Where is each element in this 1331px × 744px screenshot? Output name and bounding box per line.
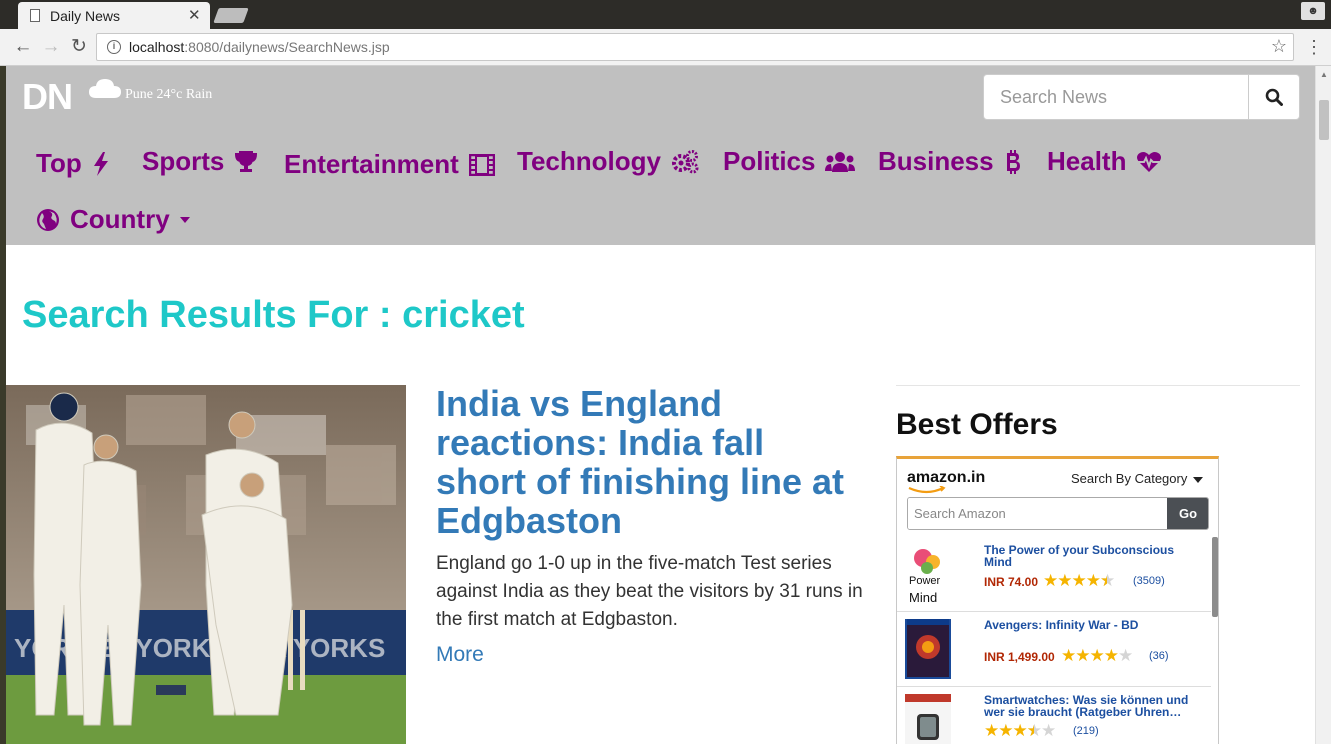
news-search-input[interactable] — [984, 75, 1248, 119]
back-arrow-icon[interactable]: ← — [12, 36, 34, 58]
tab-title: Daily News — [50, 8, 121, 24]
article-more-link[interactable]: More — [436, 643, 484, 667]
book-cover-thumb — [905, 694, 951, 744]
category-dropdown[interactable]: Search By Category — [1071, 471, 1204, 486]
sidebar-divider — [896, 385, 1300, 386]
menu-label: Health — [1047, 146, 1127, 176]
menu-label: Sports — [142, 146, 225, 176]
menu-item-technology[interactable]: Technology — [517, 146, 699, 177]
menu-label: Business — [878, 146, 994, 176]
bolt-icon — [93, 151, 108, 176]
menu-item-business[interactable]: Business — [878, 146, 1022, 177]
article-summary: England go 1-0 up in the five-match Test… — [436, 553, 863, 630]
review-count[interactable]: (219) — [1073, 725, 1099, 737]
weather-text: Pune 24°c Rain — [125, 87, 213, 102]
product-title[interactable]: Smartwatches: Was sie können und wer sie… — [984, 694, 1199, 718]
star-rating: ★★★★★★ — [984, 721, 1056, 740]
amazon-search: Go — [907, 497, 1209, 530]
menu-label: Top — [36, 148, 82, 178]
page-icon — [30, 9, 40, 22]
menu-label: Entertainment — [284, 149, 459, 179]
tab-close-icon[interactable]: ✕ — [188, 6, 201, 24]
gears-icon — [671, 149, 699, 173]
menu-item-country[interactable]: Country — [36, 204, 190, 235]
menu-item-sports[interactable]: Sports — [142, 146, 258, 177]
amazon-search-input[interactable] — [908, 498, 1166, 529]
page-scrollbar[interactable]: ▲ — [1315, 66, 1331, 744]
star-rating: ★★★★★ — [1061, 646, 1133, 665]
forward-arrow-icon[interactable]: → — [40, 36, 62, 58]
search-results-heading: Search Results For : cricket — [22, 294, 525, 336]
product-list-scrollbar[interactable] — [1212, 537, 1218, 617]
chevron-down-icon — [179, 216, 190, 223]
browser-tab[interactable]: Daily News ✕ — [18, 2, 210, 29]
browser-tab-strip: Daily News ✕ ☻ — [0, 0, 1331, 29]
menu-item-health[interactable]: Health — [1047, 146, 1162, 177]
bitcoin-icon — [1006, 149, 1020, 174]
trophy-icon — [235, 150, 258, 172]
menu-item-politics[interactable]: Politics — [723, 146, 856, 177]
search-icon — [1265, 88, 1283, 106]
browser-menu-icon[interactable]: ⋮ — [1304, 38, 1324, 58]
profile-icon[interactable]: ☻ — [1301, 2, 1325, 20]
scroll-thumb[interactable] — [1319, 100, 1329, 140]
product-list: Power Mind The Power of your Subconscious… — [897, 537, 1211, 744]
users-icon — [825, 151, 856, 172]
menu-item-top[interactable]: Top — [36, 148, 110, 179]
product-item[interactable]: Avengers: Infinity War - BD INR 1,499.00… — [897, 612, 1211, 687]
bookmark-star-icon[interactable]: ☆ — [1271, 36, 1287, 57]
product-title[interactable]: Avengers: Infinity War - BD — [984, 619, 1199, 631]
reload-icon[interactable]: ↻ — [68, 36, 90, 58]
menu-label: Politics — [723, 146, 816, 176]
article-title-link[interactable]: India vs England reactions: India fall s… — [436, 384, 856, 540]
review-count[interactable]: (3509) — [1133, 575, 1165, 587]
info-icon[interactable]: i — [107, 40, 121, 54]
svg-text:Mind: Mind — [909, 590, 937, 604]
menu-label: Country — [70, 204, 170, 234]
amazon-smile-icon — [908, 486, 946, 494]
page-viewport: DN Pune 24°c Rain Top Sports Entertainme… — [6, 66, 1315, 744]
amazon-logo[interactable]: amazon.in — [907, 469, 985, 494]
cricket-photo: YOR TEA YORKS TEA YORKS — [6, 385, 406, 744]
new-tab-button[interactable] — [213, 8, 249, 23]
cloud-icon — [89, 79, 121, 98]
book-cover-thumb: Power Mind — [905, 544, 951, 604]
review-count[interactable]: (36) — [1149, 650, 1169, 662]
film-icon — [468, 153, 495, 176]
caret-down-icon — [1193, 476, 1204, 483]
bluray-cover-thumb — [905, 619, 951, 679]
amazon-widget: amazon.in Search By Category Go Power Min… — [896, 456, 1219, 744]
globe-icon — [37, 208, 59, 231]
brand-logo[interactable]: DN — [22, 76, 73, 118]
url-text[interactable]: localhost:8080/dailynews/SearchNews.jsp — [129, 39, 390, 55]
article-image[interactable]: YOR TEA YORKS TEA YORKS — [6, 385, 406, 744]
amazon-go-button[interactable]: Go — [1167, 498, 1208, 529]
product-price: INR 1,499.00 — [984, 650, 1055, 664]
product-item[interactable]: Power Mind The Power of your Subconscious… — [897, 537, 1211, 612]
site-navbar: DN Pune 24°c Rain Top Sports Entertainme… — [6, 66, 1315, 245]
news-search — [983, 74, 1300, 120]
menu-label: Technology — [517, 146, 661, 176]
svg-text:Power: Power — [909, 575, 941, 587]
product-title[interactable]: The Power of your Subconscious Mind — [984, 544, 1199, 568]
scroll-up-icon[interactable]: ▲ — [1320, 70, 1328, 79]
best-offers-heading: Best Offers — [896, 408, 1058, 441]
product-price: INR 74.00 — [984, 575, 1039, 589]
address-bar[interactable]: i localhost:8080/dailynews/SearchNews.js… — [96, 33, 1294, 61]
search-button[interactable] — [1248, 75, 1299, 119]
menu-item-entertainment[interactable]: Entertainment — [284, 149, 495, 180]
star-rating: ★★★★★★ — [1043, 571, 1115, 590]
browser-toolbar: ← → ↻ i localhost:8080/dailynews/SearchN… — [0, 29, 1331, 66]
product-item[interactable]: Smartwatches: Was sie können und wer sie… — [897, 687, 1211, 744]
heartbeat-icon — [1137, 151, 1162, 172]
